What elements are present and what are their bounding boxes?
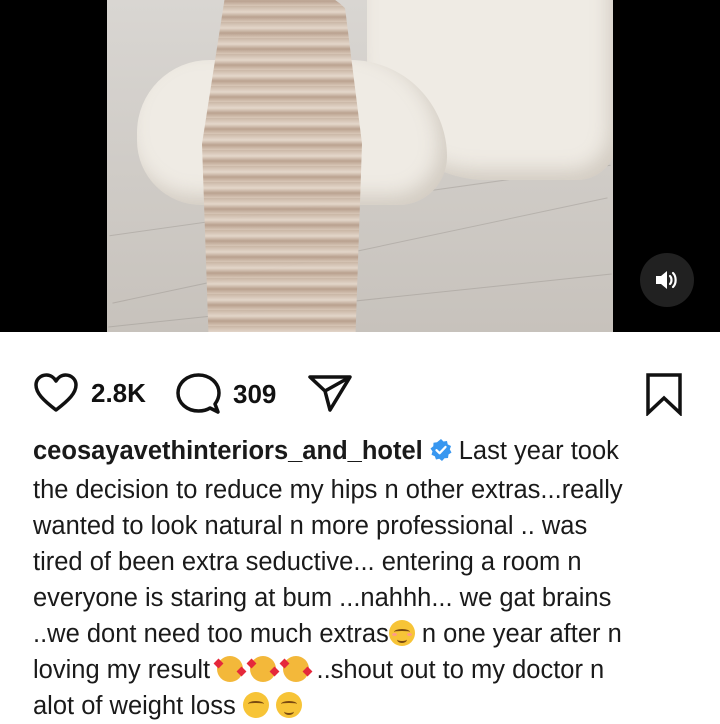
paper-plane-icon	[308, 375, 352, 412]
caption-line: the decision to reduce my hips n other e…	[33, 476, 623, 504]
kissing-face-emoji-icon	[242, 692, 269, 718]
share-button[interactable]	[306, 373, 354, 413]
sequin-dress	[202, 0, 362, 332]
smiling-face-emoji-icon	[275, 692, 302, 718]
caption-text-start: Last year took	[458, 437, 619, 465]
smiling-face-with-hearts-emoji-icon	[283, 656, 310, 682]
verified-badge-icon	[429, 436, 453, 472]
like-button[interactable]: 2.8K	[33, 372, 146, 414]
caption-line: loving my result ..shout out to my docto…	[33, 652, 693, 688]
caption-segment: n one year after n	[414, 620, 622, 648]
caption-segment: ..shout out to my doctor n	[309, 656, 605, 684]
comment-button[interactable]: 309	[175, 372, 276, 416]
caption-line: wanted to look natural n more profession…	[33, 512, 588, 540]
caption-segment: alot of weight loss	[33, 692, 243, 720]
floor-tile-line	[112, 197, 608, 304]
comment-bubble-icon	[176, 373, 221, 414]
bookmark-icon	[646, 373, 682, 416]
post-action-bar: 2.8K 309	[0, 360, 720, 424]
heart-icon	[34, 373, 78, 412]
like-count[interactable]: 2.8K	[91, 378, 146, 409]
floor-tile-line	[108, 273, 612, 328]
caption-line: ceosayavethinteriors_and_hotel Last year …	[33, 433, 693, 472]
caption-line: tired of been extra seductive... enterin…	[33, 548, 582, 576]
author-username[interactable]: ceosayavethinteriors_and_hotel	[33, 437, 423, 465]
post-video[interactable]	[0, 0, 720, 332]
smiling-face-emoji-icon	[388, 620, 415, 646]
caption-line: alot of weight loss	[33, 688, 693, 724]
caption-segment: loving my result	[33, 656, 218, 684]
comment-count[interactable]: 309	[233, 379, 276, 410]
speaker-icon	[656, 271, 677, 289]
caption-line: everyone is staring at bum ...nahhh... w…	[33, 584, 612, 612]
smiling-face-with-hearts-emoji-icon	[217, 656, 244, 682]
video-frame	[107, 0, 613, 332]
post-caption: ceosayavethinteriors_and_hotel Last year …	[33, 433, 693, 724]
save-button[interactable]	[645, 372, 683, 416]
smiling-face-with-hearts-emoji-icon	[250, 656, 277, 682]
caption-line: ..we dont need too much extras n one yea…	[33, 616, 693, 652]
audio-toggle-button[interactable]	[640, 253, 694, 307]
caption-segment: ..we dont need too much extras	[33, 620, 389, 648]
